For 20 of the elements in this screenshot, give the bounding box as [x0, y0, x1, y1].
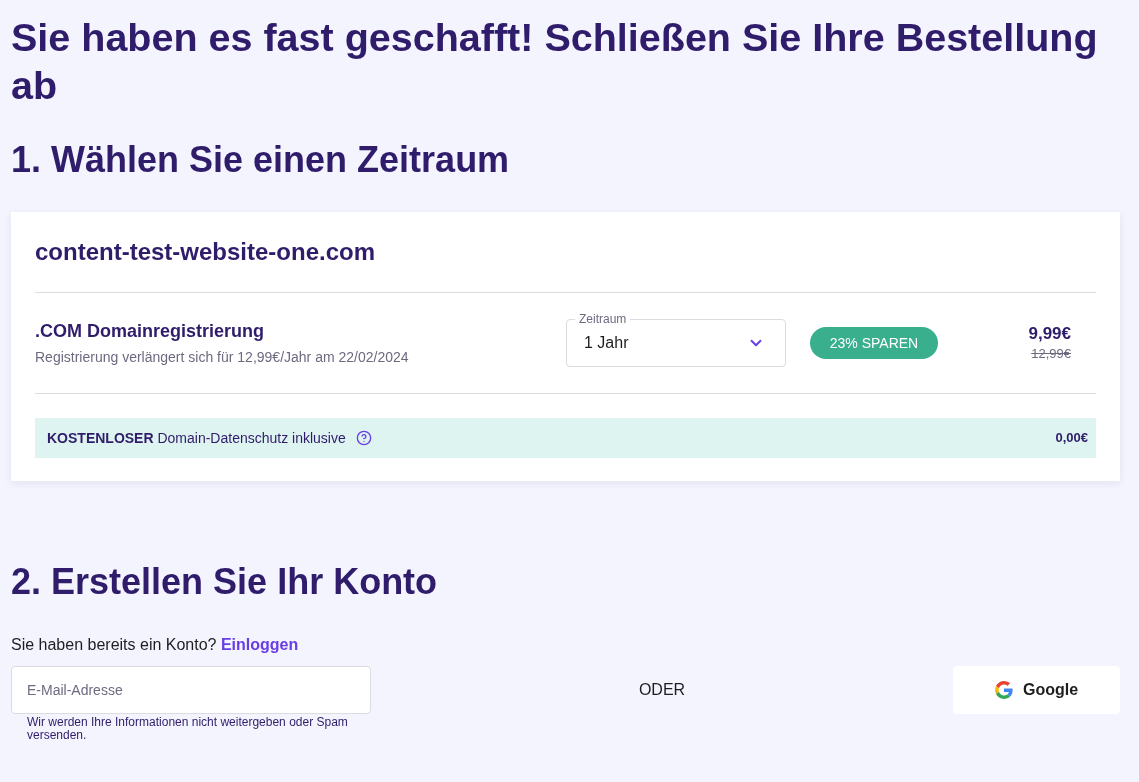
price: 9,99€ — [1028, 323, 1071, 345]
product-name: .COM Domainregistrierung — [35, 320, 266, 342]
login-link[interactable]: Einloggen — [220, 636, 299, 653]
section-heading: 1. Wählen Sie einen Zeitraum — [11, 138, 511, 182]
email-field[interactable]: E-Mail-Adresse — [11, 666, 371, 714]
google-g-icon — [994, 681, 1013, 699]
google-button[interactable]: Google — [953, 666, 1120, 714]
discount-badge: 23% SPAREN — [810, 327, 938, 359]
privacy-hint: Wir werden Ihre Informationen nicht weitergeben oder Spam versenden. — [27, 716, 349, 742]
privacy-text: KOSTENLOSER Domain-Datenschutz inklusive — [47, 428, 346, 448]
privacy-price: 0,00€ — [1055, 429, 1088, 448]
login-prompt: Sie haben bereits ein Konto? Einloggen — [11, 635, 300, 655]
help-icon[interactable] — [355, 430, 372, 446]
renewal-note: Registrierung verlängert sich für 12,99€/Jahr am 22/02/2024 — [35, 348, 410, 366]
period-select-label: Zeitraum — [575, 312, 631, 326]
separator-text: ODER — [638, 680, 686, 700]
old-price: 12,99€ — [1031, 345, 1071, 363]
domain-name: content-test-website-one.com — [35, 238, 377, 266]
page-title: Sie haben es fast geschafft! Schließen Sie Ihre Bestellung ab — [11, 14, 1099, 109]
section-heading: 2. Erstellen Sie Ihr Konto — [11, 560, 439, 604]
